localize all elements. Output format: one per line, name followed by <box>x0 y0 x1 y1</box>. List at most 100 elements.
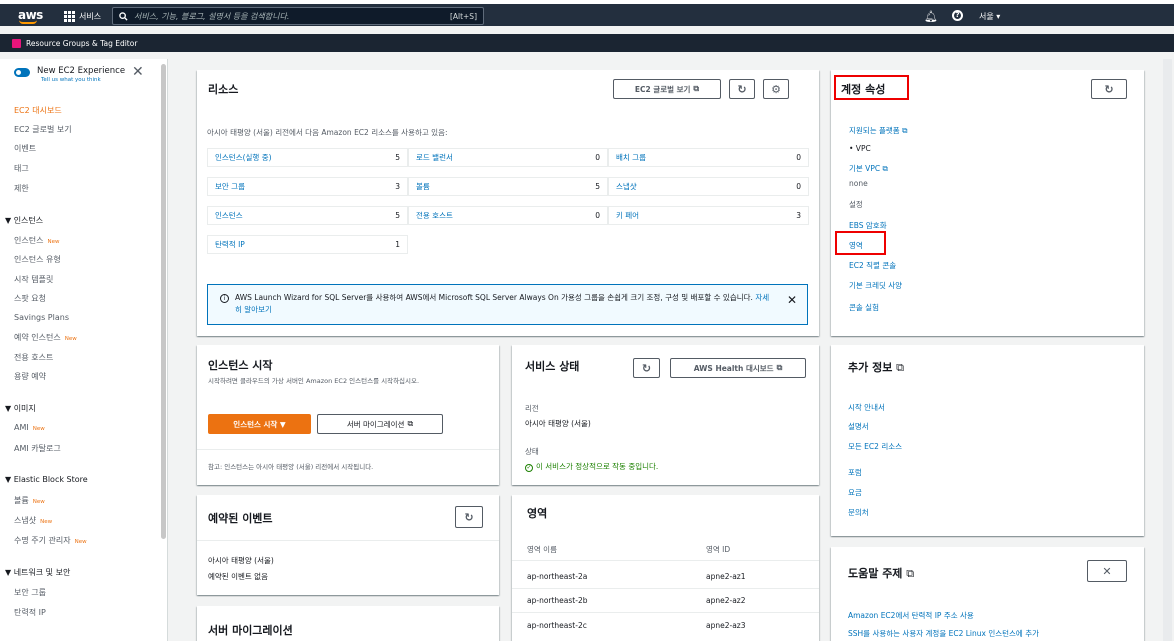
sidebar-item-reserved-instances[interactable]: 예약 인스턴스 New <box>14 332 77 343</box>
health-dashboard-button[interactable]: AWS Health 대시보드 ⧉ <box>670 358 806 378</box>
resource-link[interactable]: 배치 그룹 <box>616 152 646 163</box>
sidebar-item-volumes[interactable]: 볼륨 New <box>14 495 45 506</box>
global-view-button[interactable]: EC2 글로벌 보기 ⧉ <box>613 79 721 99</box>
resource-link[interactable]: 전용 호스트 <box>416 210 453 221</box>
sidebar-item-snapshots[interactable]: 스냅샷 New <box>14 515 52 526</box>
new-badge: New <box>64 336 77 342</box>
region-selector[interactable]: 서울 ▾ <box>979 11 1000 22</box>
close-icon[interactable]: ✕ <box>132 64 144 80</box>
sidebar-item-security-groups[interactable]: 보안 그룹 <box>14 587 46 598</box>
help-topic-link[interactable]: Amazon EC2에서 탄력적 IP 주소 사용 <box>848 610 974 621</box>
resource-link[interactable]: 로드 밸런서 <box>416 152 453 163</box>
resource-cell[interactable]: 스냅샷 0 <box>608 177 809 196</box>
help-icon[interactable]: ? <box>952 10 963 21</box>
resource-count: 5 <box>395 211 400 220</box>
zones-col-id: 영역 ID <box>706 545 731 554</box>
sidebar-item-ami-catalog[interactable]: AMI 카탈로그 <box>14 443 61 454</box>
sidebar-item-savings-plans[interactable]: Savings Plans <box>14 313 69 322</box>
contact-link[interactable]: 문의처 <box>848 507 869 518</box>
sidebar-item-label: 예약 인스턴스 <box>14 333 61 342</box>
help-topic-link[interactable]: SSH를 사용하는 사용자 계정을 EC2 Linux 인스턴스에 추가 <box>848 628 1039 639</box>
launch-instance-button[interactable]: 인스턴스 시작 ▼ <box>208 414 311 434</box>
sidebar-item-limits[interactable]: 제한 <box>14 183 29 194</box>
region-value: 아시아 태평양 (서울) <box>525 419 591 428</box>
resource-link[interactable]: 탄력적 IP <box>215 239 245 250</box>
resource-cell[interactable]: 인스턴스(실행 중) 5 <box>207 148 408 167</box>
refresh-button[interactable]: ↻ <box>633 358 660 378</box>
sidebar-item-ami[interactable]: AMI New <box>14 423 45 432</box>
sidebar-item-instance-types[interactable]: 인스턴스 유형 <box>14 254 61 265</box>
sidebar-section-ebs[interactable]: ▼ Elastic Block Store <box>5 475 88 484</box>
forums-link[interactable]: 포럼 <box>848 467 862 478</box>
sidebar-section-images[interactable]: ▼ 이미지 <box>5 403 36 414</box>
external-link-icon: ⧉ <box>906 567 915 580</box>
sidebar-section-network[interactable]: ▼ 네트워크 및 보안 <box>5 567 70 578</box>
resource-cell[interactable]: 탄력적 IP 1 <box>207 235 408 254</box>
new-badge: New <box>32 426 45 432</box>
sidebar-item-ec2-dashboard[interactable]: EC2 대시보드 <box>14 105 62 116</box>
close-icon[interactable]: ✕ <box>787 294 797 306</box>
resource-cell[interactable]: 전용 호스트 0 <box>408 206 608 225</box>
refresh-icon: ↻ <box>464 510 474 524</box>
resource-cell[interactable]: 인스턴스 5 <box>207 206 408 225</box>
ebs-encryption-link[interactable]: EBS 암호화 <box>849 220 887 231</box>
service-health-title: 서비스 상태 <box>525 360 580 373</box>
console-experiments-link[interactable]: 콘솔 실험 <box>849 302 879 313</box>
sidebar-scrollbar[interactable] <box>161 64 166 539</box>
settings-button[interactable]: ⚙ <box>763 79 789 99</box>
sidebar-item-launch-templates[interactable]: 시작 템플릿 <box>14 274 53 285</box>
sidebar-item-dedicated-hosts[interactable]: 전용 호스트 <box>14 352 53 363</box>
ec2-serial-console-link[interactable]: EC2 직렬 콘솔 <box>849 260 896 271</box>
pricing-link[interactable]: 요금 <box>848 487 862 498</box>
resource-link[interactable]: 보안 그룹 <box>215 181 245 192</box>
search-input[interactable]: 서비스, 기능, 블로그, 설명서 등을 검색합니다. [Alt+S] <box>112 7 484 25</box>
sidebar-item-spot-requests[interactable]: 스팟 요청 <box>14 293 46 304</box>
page-scrollbar[interactable] <box>1163 59 1172 641</box>
resource-groups-link[interactable]: Resource Groups & Tag Editor <box>26 39 137 48</box>
resource-link[interactable]: 스냅샷 <box>616 181 637 192</box>
resource-cell[interactable]: 배치 그룹 0 <box>608 148 809 167</box>
resource-link[interactable]: 인스턴스 <box>215 210 243 221</box>
sidebar: New EC2 Experience Tell us what you thin… <box>0 59 168 641</box>
vpc-value: • VPC <box>849 144 871 153</box>
info-alert-text: AWS Launch Wizard for SQL Server를 사용하여 A… <box>235 293 753 302</box>
new-experience-label: New EC2 Experience <box>37 66 126 76</box>
resource-cell[interactable]: 키 페어 3 <box>608 206 809 225</box>
refresh-button[interactable]: ↻ <box>1091 79 1127 99</box>
resources-panel: 리소스 EC2 글로벌 보기 ⧉ ↻ ⚙ 아시아 태평양 (서울) 리전에서 다… <box>197 70 819 336</box>
getting-started-link[interactable]: 시작 안내서 <box>848 402 885 413</box>
new-experience-toggle[interactable] <box>14 68 30 77</box>
external-link-icon: ⧉ <box>693 84 700 93</box>
sidebar-item-tags[interactable]: 태그 <box>14 163 29 174</box>
search-shortcut: [Alt+S] <box>449 11 477 21</box>
resource-cell[interactable]: 볼륨 5 <box>408 177 608 196</box>
resource-link[interactable]: 인스턴스(실행 중) <box>215 152 272 163</box>
refresh-button[interactable]: ↻ <box>729 79 755 99</box>
sidebar-item-instances[interactable]: 인스턴스 New <box>14 235 59 246</box>
default-credit-link[interactable]: 기본 크레딧 사양 <box>849 280 902 291</box>
external-link-icon: ⧉ <box>896 361 905 374</box>
sidebar-item-capacity-reservations[interactable]: 용량 예약 <box>14 371 46 382</box>
sidebar-item-events[interactable]: 이벤트 <box>14 143 36 154</box>
resource-cell[interactable]: 로드 밸런서 0 <box>408 148 608 167</box>
supported-platforms-link[interactable]: 지원되는 플랫폼 ⧉ <box>849 125 907 136</box>
sidebar-item-elastic-ips[interactable]: 탄력적 IP <box>14 607 46 618</box>
refresh-button[interactable]: ↻ <box>455 506 483 528</box>
close-button[interactable]: ✕ <box>1087 560 1127 582</box>
resource-cell[interactable]: 보안 그룹 3 <box>207 177 408 196</box>
resource-link[interactable]: 볼륨 <box>416 181 430 192</box>
bell-icon[interactable]: 🔔︎ <box>924 10 938 23</box>
services-menu-button[interactable]: 서비스 <box>64 9 101 23</box>
resource-link[interactable]: 키 페어 <box>616 210 639 221</box>
external-link-icon: ⧉ <box>902 126 908 135</box>
link-label: 기본 VPC <box>849 164 881 173</box>
server-migration-button[interactable]: 서버 마이그레이션 ⧉ <box>317 414 443 434</box>
aws-smile-icon <box>19 20 37 24</box>
sidebar-section-instances[interactable]: ▼ 인스턴스 <box>5 215 43 226</box>
sidebar-item-lifecycle-manager[interactable]: 수명 주기 관리자 New <box>14 535 87 546</box>
documentation-link[interactable]: 설명서 <box>848 421 869 432</box>
tell-us-link[interactable]: Tell us what you think <box>41 77 101 83</box>
all-ec2-resources-link[interactable]: 모든 EC2 리소스 <box>848 441 902 452</box>
sidebar-item-global-view[interactable]: EC2 글로벌 보기 <box>14 124 72 135</box>
default-vpc-link[interactable]: 기본 VPC ⧉ <box>849 163 888 174</box>
